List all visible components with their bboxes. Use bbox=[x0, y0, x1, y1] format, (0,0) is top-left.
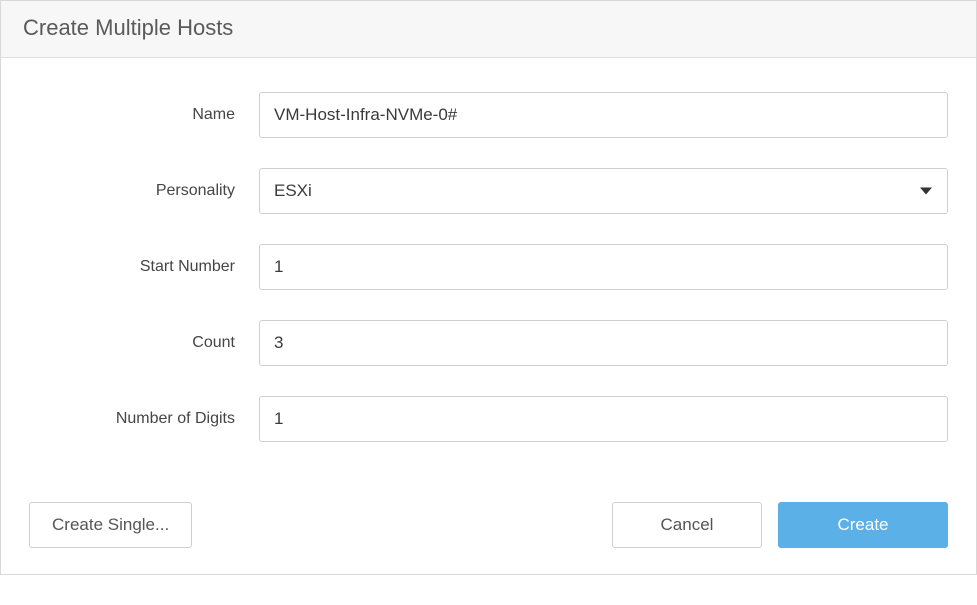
cancel-button[interactable]: Cancel bbox=[612, 502, 762, 548]
form-row-name: Name bbox=[29, 92, 948, 138]
start-number-input-wrap bbox=[259, 244, 948, 290]
personality-select-container: ESXi bbox=[259, 168, 948, 214]
dialog-footer: Create Single... Cancel Create bbox=[1, 482, 976, 574]
name-label: Name bbox=[29, 106, 259, 124]
count-label: Count bbox=[29, 334, 259, 352]
personality-label: Personality bbox=[29, 182, 259, 200]
count-input-wrap bbox=[259, 320, 948, 366]
count-input[interactable] bbox=[259, 320, 948, 366]
create-single-button[interactable]: Create Single... bbox=[29, 502, 192, 548]
name-input[interactable] bbox=[259, 92, 948, 138]
number-of-digits-input[interactable] bbox=[259, 396, 948, 442]
form-row-number-of-digits: Number of Digits bbox=[29, 396, 948, 442]
dialog-body: Name Personality ESXi Start Number Count bbox=[1, 58, 976, 482]
start-number-label: Start Number bbox=[29, 258, 259, 276]
form-row-personality: Personality ESXi bbox=[29, 168, 948, 214]
create-button[interactable]: Create bbox=[778, 502, 948, 548]
form-row-start-number: Start Number bbox=[29, 244, 948, 290]
personality-select-wrap: ESXi bbox=[259, 168, 948, 214]
dialog-header: Create Multiple Hosts bbox=[1, 1, 976, 58]
form-row-count: Count bbox=[29, 320, 948, 366]
start-number-input[interactable] bbox=[259, 244, 948, 290]
create-multiple-hosts-dialog: Create Multiple Hosts Name Personality E… bbox=[0, 0, 977, 575]
dialog-title: Create Multiple Hosts bbox=[23, 15, 954, 41]
name-input-wrap bbox=[259, 92, 948, 138]
personality-select[interactable]: ESXi bbox=[259, 168, 948, 214]
number-of-digits-input-wrap bbox=[259, 396, 948, 442]
number-of-digits-label: Number of Digits bbox=[29, 410, 259, 428]
